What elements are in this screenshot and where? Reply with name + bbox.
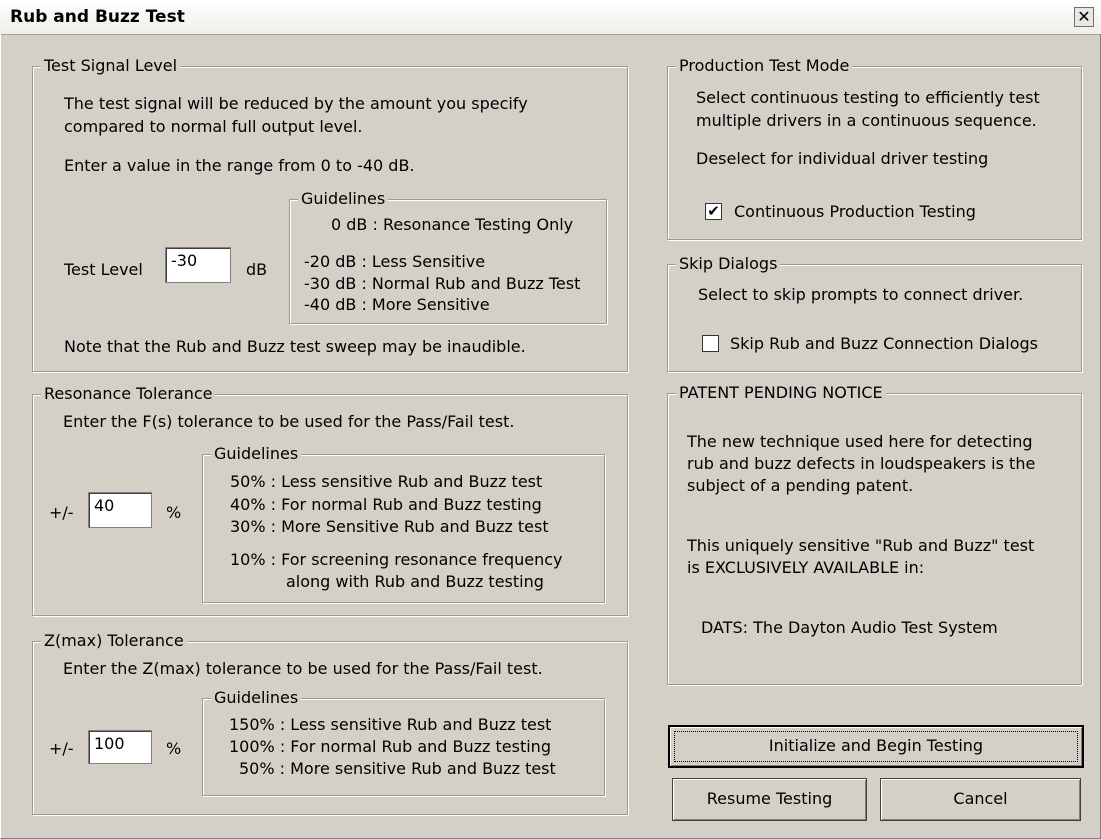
production-desc-2: multiple drivers in a continuous sequenc… (696, 111, 1037, 130)
skip-dialogs-checkbox[interactable] (702, 335, 719, 352)
resonance-unit: % (166, 503, 182, 522)
title-bar: Rub and Buzz Test ✕ (0, 0, 1101, 35)
cancel-button[interactable]: Cancel (880, 778, 1081, 821)
test-signal-guidelines-group: Guidelines 0 dB : Resonance Testing Only… (289, 189, 607, 324)
resonance-guideline-40: 40% : For normal Rub and Buzz testing (230, 495, 542, 514)
resume-testing-button[interactable]: Resume Testing (672, 778, 867, 821)
zmax-tolerance-input[interactable]: 100 (88, 730, 152, 764)
initialize-begin-testing-button[interactable]: Initialize and Begin Testing (668, 725, 1084, 768)
patent-line-6: DATS: The Dayton Audio Test System (701, 618, 998, 637)
resonance-guidelines-legend: Guidelines (211, 444, 302, 464)
resonance-pm-label: +/- (49, 503, 74, 522)
patent-line-1: The new technique used here for detectin… (687, 432, 1033, 451)
focus-rectangle (674, 731, 1078, 762)
resonance-guideline-50: 50% : Less sensitive Rub and Buzz test (230, 472, 543, 491)
resonance-desc: Enter the F(s) tolerance to be used for … (63, 412, 515, 431)
patent-line-3: subject of a pending patent. (687, 476, 914, 495)
zmax-guidelines-group: Guidelines 150% : Less sensitive Rub and… (202, 688, 605, 796)
test-level-label: Test Level (64, 260, 143, 279)
continuous-production-label[interactable]: Continuous Production Testing (734, 200, 976, 224)
production-test-mode-group: Production Test Mode Select continuous t… (667, 56, 1082, 240)
zmax-guidelines-legend: Guidelines (211, 688, 302, 708)
guideline-minus40db: -40 dB : More Sensitive (304, 295, 490, 314)
resonance-guideline-10-cont: along with Rub and Buzz testing (286, 572, 544, 591)
production-desc-1: Select continuous testing to efficiently… (696, 88, 1040, 107)
skip-dialogs-legend: Skip Dialogs (676, 254, 781, 274)
resonance-guidelines-group: Guidelines 50% : Less sensitive Rub and … (202, 444, 605, 603)
zmax-guideline-100: 100% : For normal Rub and Buzz testing (229, 737, 551, 756)
test-signal-group: Test Signal Level The test signal will b… (32, 56, 628, 372)
zmax-desc: Enter the Z(max) tolerance to be used fo… (63, 659, 543, 678)
production-desc-3: Deselect for individual driver testing (696, 149, 989, 168)
skip-dialogs-desc: Select to skip prompts to connect driver… (698, 285, 1024, 304)
test-signal-note: Note that the Rub and Buzz test sweep ma… (64, 337, 526, 356)
resonance-tolerance-group: Resonance Tolerance Enter the F(s) toler… (32, 384, 628, 616)
close-icon[interactable]: ✕ (1074, 7, 1094, 27)
cancel-button-label: Cancel (953, 789, 1008, 808)
patent-notice-legend: PATENT PENDING NOTICE (676, 383, 886, 403)
test-signal-desc-2: compared to normal full output level. (64, 117, 363, 136)
resonance-tolerance-legend: Resonance Tolerance (41, 384, 216, 404)
resonance-tolerance-input[interactable]: 40 (88, 492, 152, 528)
continuous-production-checkbox[interactable]: ✔ (705, 203, 722, 220)
zmax-unit: % (166, 739, 182, 758)
zmax-pm-label: +/- (49, 739, 74, 758)
test-level-unit: dB (246, 260, 268, 279)
test-signal-desc-1: The test signal will be reduced by the a… (64, 94, 528, 113)
guideline-0db: 0 dB : Resonance Testing Only (331, 215, 574, 234)
guideline-minus20db: -20 dB : Less Sensitive (304, 252, 486, 271)
resume-button-label: Resume Testing (706, 789, 833, 808)
production-test-mode-legend: Production Test Mode (676, 56, 853, 76)
patent-line-4: This uniquely sensitive "Rub and Buzz" t… (687, 536, 1035, 555)
zmax-guideline-150: 150% : Less sensitive Rub and Buzz test (229, 715, 552, 734)
test-signal-legend: Test Signal Level (41, 56, 181, 76)
test-signal-range: Enter a value in the range from 0 to -40… (64, 156, 415, 175)
skip-dialogs-group: Skip Dialogs Select to skip prompts to c… (667, 254, 1082, 372)
patent-line-2: rub and buzz defects in loudspeakers is … (687, 454, 1036, 473)
test-level-input[interactable]: -30 (165, 247, 231, 283)
window-title: Rub and Buzz Test (10, 7, 185, 27)
zmax-tolerance-group: Z(max) Tolerance Enter the Z(max) tolera… (32, 631, 628, 815)
zmax-guideline-50: 50% : More sensitive Rub and Buzz test (239, 759, 556, 778)
patent-notice-group: PATENT PENDING NOTICE The new technique … (667, 383, 1082, 685)
test-signal-guidelines-legend: Guidelines (298, 189, 389, 209)
resonance-guideline-10: 10% : For screening resonance frequency (230, 550, 563, 569)
patent-line-5: is EXCLUSIVELY AVAILABLE in: (687, 558, 925, 577)
zmax-tolerance-legend: Z(max) Tolerance (41, 631, 187, 651)
skip-dialogs-label[interactable]: Skip Rub and Buzz Connection Dialogs (730, 332, 1038, 356)
resonance-guideline-30: 30% : More Sensitive Rub and Buzz test (230, 517, 549, 536)
